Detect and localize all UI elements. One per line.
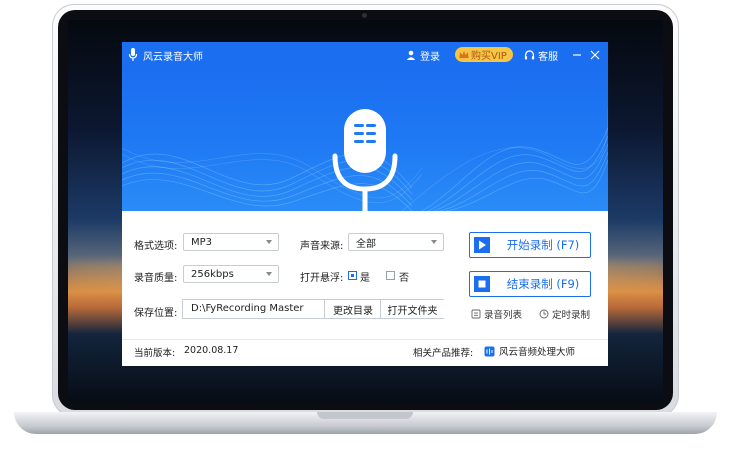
source-select[interactable]: 全部 <box>348 233 444 251</box>
buy-vip-button[interactable]: 购买VIP <box>455 47 513 62</box>
source-label: 声音来源: <box>300 241 344 252</box>
webcam <box>362 13 367 18</box>
scheduled-record-label: 定时录制 <box>552 310 591 321</box>
record-list-label: 录音列表 <box>484 310 523 321</box>
float-no-checkbox[interactable] <box>386 271 395 280</box>
float-yes-checkbox[interactable] <box>348 271 357 280</box>
list-icon <box>471 309 481 319</box>
float-label: 打开悬浮: <box>300 273 344 284</box>
minimize-button[interactable] <box>572 42 582 68</box>
audio-logo-icon <box>484 346 495 356</box>
big-mic-graphic <box>332 109 398 211</box>
service-link[interactable]: 客服 <box>524 42 558 68</box>
open-folder-label: 打开文件夹 <box>387 305 438 317</box>
caret-down-icon <box>431 240 437 244</box>
record-list-link[interactable]: 录音列表 <box>471 307 522 321</box>
start-record-button[interactable]: 开始录制 (F7) <box>469 232 591 258</box>
quality-label: 录音质量: <box>134 273 178 284</box>
save-path-value[interactable]: D:\FyRecording Master <box>191 303 304 314</box>
minimize-icon <box>573 54 581 56</box>
login-link[interactable]: 登录 <box>406 42 440 68</box>
app-window: 风云录音大师 登录 购买VIP 客服 格式选项: MP3 录音质量: 256kb… <box>122 42 608 366</box>
quality-select[interactable]: 256kbps <box>183 265 279 283</box>
source-value: 全部 <box>356 238 376 250</box>
float-yes-label: 是 <box>360 273 370 284</box>
mic-icon <box>128 48 138 61</box>
caret-down-icon <box>266 240 272 244</box>
banner <box>122 68 608 211</box>
format-select[interactable]: MP3 <box>183 233 279 251</box>
version-label: 当前版本: <box>134 348 176 359</box>
save-location-label: 保存位置: <box>134 308 178 319</box>
start-record-label: 开始录制 (F7) <box>506 238 580 252</box>
service-label: 客服 <box>538 51 558 63</box>
footer-divider <box>122 339 608 340</box>
close-icon <box>590 50 600 60</box>
scheduled-record-link[interactable]: 定时录制 <box>539 307 590 321</box>
open-folder-button[interactable]: 打开文件夹 <box>380 300 444 318</box>
format-label: 格式选项: <box>134 241 178 252</box>
quality-value: 256kbps <box>191 268 234 280</box>
banner-waves <box>122 107 608 211</box>
app-logo: 风云录音大师 <box>128 42 203 68</box>
laptop-notch <box>317 412 413 419</box>
version-value: 2020.08.17 <box>184 345 239 356</box>
related-product-link[interactable]: 风云音频处理大师 <box>484 344 575 358</box>
close-button[interactable] <box>590 42 600 68</box>
title-bar: 风云录音大师 登录 购买VIP 客服 <box>122 42 608 68</box>
save-path-field: D:\FyRecording Master 更改目录 打开文件夹 <box>182 299 444 319</box>
clock-icon <box>539 309 549 319</box>
related-product-label: 风云音频处理大师 <box>499 347 576 358</box>
caret-down-icon <box>266 272 272 276</box>
change-dir-button[interactable]: 更改目录 <box>324 300 381 318</box>
play-icon <box>474 237 490 253</box>
vip-label: 购买VIP <box>471 51 507 62</box>
login-label: 登录 <box>420 51 440 63</box>
stop-record-label: 结束录制 (F9) <box>506 277 580 291</box>
user-icon <box>406 50 416 60</box>
stop-record-button[interactable]: 结束录制 (F9) <box>469 271 591 297</box>
float-no-label: 否 <box>399 273 409 284</box>
stop-icon <box>474 276 490 292</box>
app-title: 风云录音大师 <box>143 51 203 63</box>
crown-icon <box>459 50 469 58</box>
headset-icon <box>524 49 535 59</box>
related-products-label: 相关产品推荐: <box>413 348 474 359</box>
format-value: MP3 <box>191 236 213 248</box>
change-dir-label: 更改目录 <box>333 305 373 317</box>
